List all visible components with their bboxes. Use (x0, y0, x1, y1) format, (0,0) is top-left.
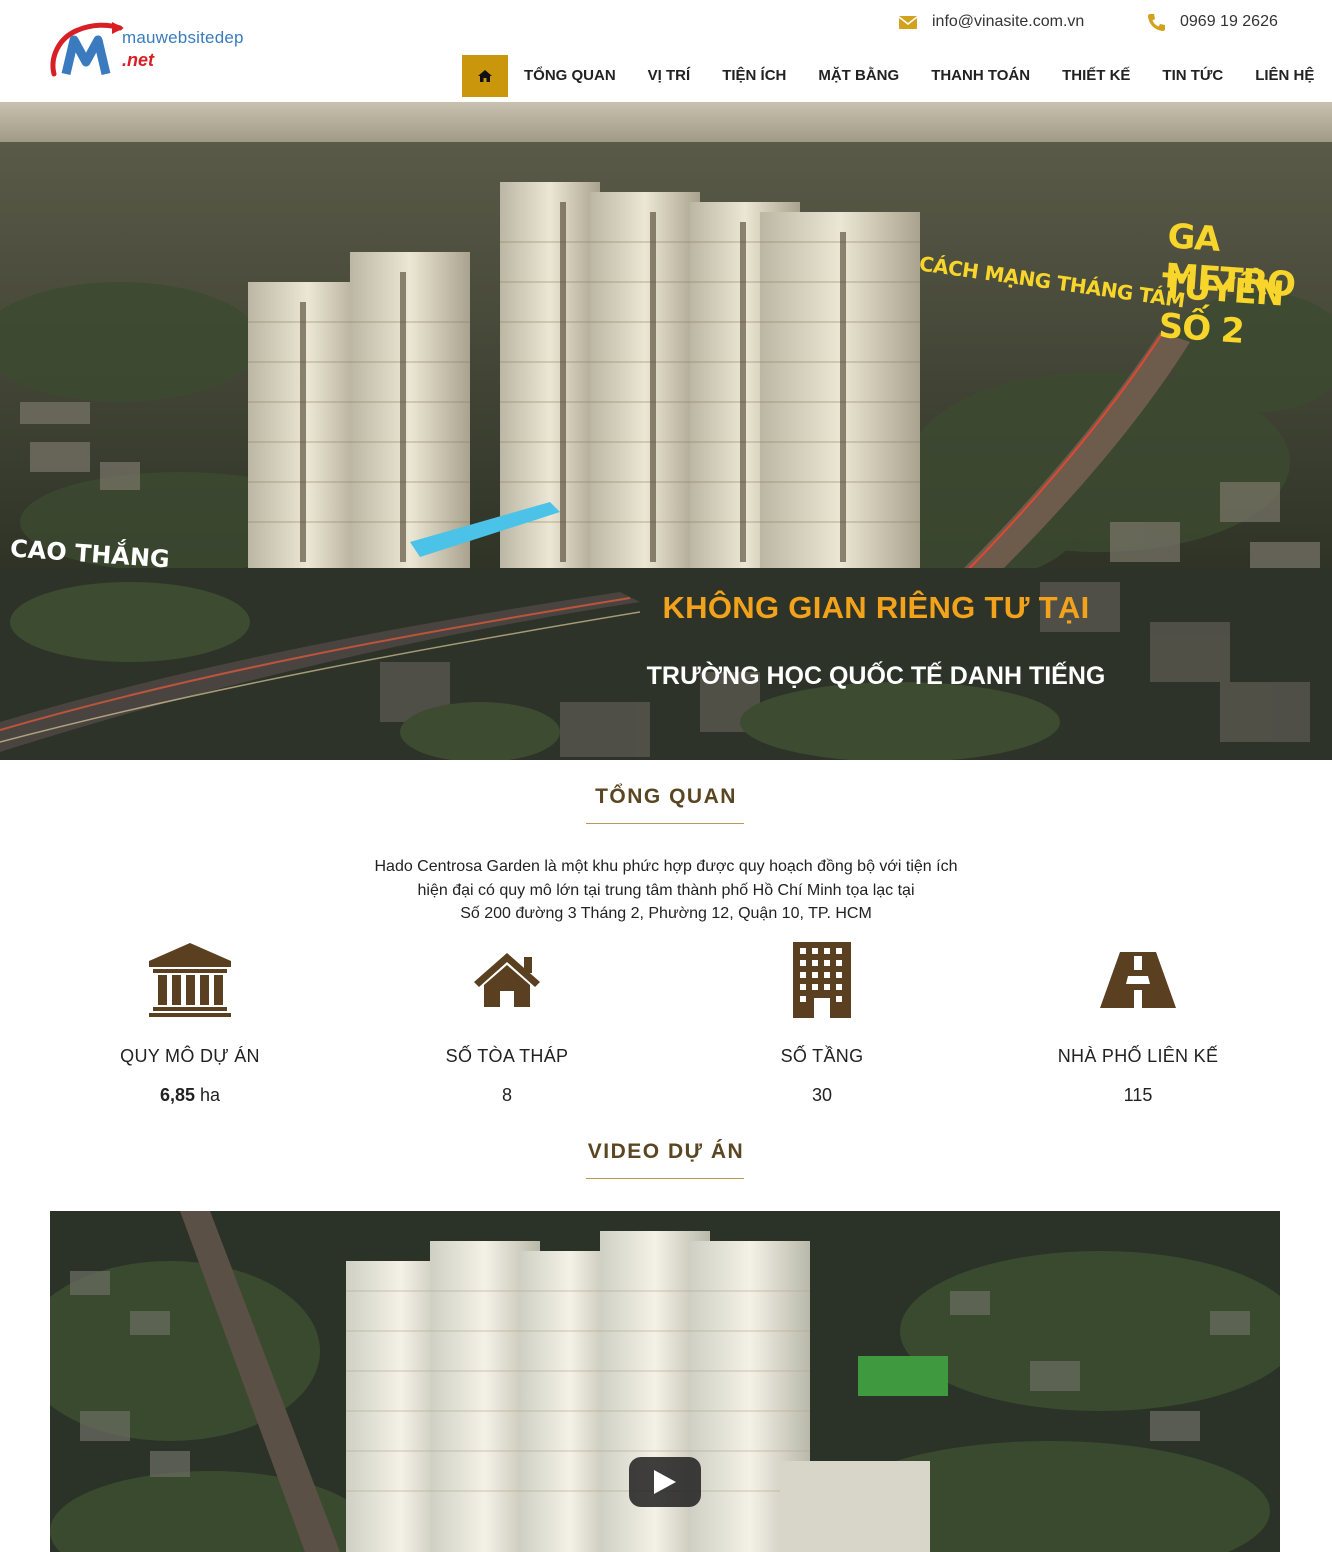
nav-home-button[interactable] (462, 55, 508, 97)
site-header: mauwebsitedep .net info@vinasite.com.vn … (0, 0, 1332, 102)
nav-item-mat-bang[interactable]: MẶT BẰNG (802, 55, 915, 97)
hero-subheadline: TRƯỜNG HỌC QUỐC TẾ DANH TIẾNG (646, 662, 1106, 690)
logo-m-icon (50, 22, 124, 77)
stat-label: QUY MÔ DỰ ÁN (120, 1046, 260, 1066)
overview-title: TỔNG QUAN (595, 785, 737, 808)
email-text: info@vinasite.com.vn (932, 13, 1085, 30)
stat-value: 30 (672, 1085, 972, 1106)
stat-value-unit: ha (195, 1085, 221, 1105)
stat-value-unit: 8 (501, 1085, 512, 1105)
site-logo[interactable]: mauwebsitedep .net (48, 14, 258, 84)
stat-label: SỐ TẦNG (780, 1046, 864, 1066)
header-email[interactable]: info@vinasite.com.vn (898, 10, 1084, 34)
nav-item-tien-ich[interactable]: TIỆN ÍCH (706, 55, 802, 97)
header-phone[interactable]: 0969 19 2626 (1146, 10, 1278, 34)
phone-icon (1148, 14, 1165, 31)
overview-intro-line: hiện đại có quy mô lớn tại trung tâm thà… (417, 881, 915, 899)
main-nav: TỔNG QUAN VỊ TRÍ TIỆN ÍCH MẶT BẰNG THANH… (462, 55, 1330, 97)
overview-intro-line: Số 200 đường 3 Tháng 2, Phường 12, Quận … (460, 905, 872, 922)
logo-text-suffix: .net (122, 50, 155, 70)
tower-building-icon (793, 942, 851, 1018)
stat-tower-count: SỐ TÒA THÁP 8 (357, 940, 657, 1106)
overview-title-underline (586, 823, 744, 824)
hero-overlay-metro-2: TUYẾN SỐ 2 (1157, 266, 1285, 352)
nav-item-lien-he[interactable]: LIÊN HỆ (1239, 55, 1330, 97)
video-title-underline (586, 1178, 744, 1179)
stat-value: 115 (988, 1085, 1288, 1106)
overview-intro: Hado Centrosa Garden là một khu phức hợp… (0, 855, 1332, 926)
video-play-button[interactable] (629, 1457, 701, 1507)
stat-label: NHÀ PHỐ LIÊN KẾ (1057, 1046, 1219, 1066)
stat-label: SỐ TÒA THÁP (445, 1046, 569, 1066)
nav-item-thanh-toan[interactable]: THANH TOÁN (915, 55, 1046, 97)
stat-project-scale: QUY MÔ DỰ ÁN 6,85 ha (40, 940, 340, 1106)
hero-headline: KHÔNG GIAN RIÊNG TƯ TẠI (662, 590, 1090, 625)
video-title: VIDEO DỰ ÁN (587, 1140, 745, 1163)
stat-value-unit: 115 (1123, 1085, 1153, 1105)
play-icon (654, 1470, 676, 1494)
stat-value: 6,85 ha (40, 1085, 340, 1106)
stat-floor-count: SỐ TẦNG 30 (672, 940, 972, 1106)
stat-value: 8 (357, 1085, 657, 1106)
house-icon (474, 953, 540, 1007)
stat-value-unit: 30 (811, 1085, 833, 1105)
nav-item-thiet-ke[interactable]: THIẾT KẾ (1046, 55, 1146, 97)
road-icon (1100, 952, 1176, 1008)
logo-text-main: mauwebsitedep (122, 28, 244, 47)
nav-item-tong-quan[interactable]: TỔNG QUAN (508, 55, 632, 97)
bank-building-icon (149, 943, 231, 1017)
envelope-icon (898, 16, 918, 29)
project-video-player[interactable] (50, 1211, 1280, 1552)
overview-intro-line: Hado Centrosa Garden là một khu phức hợp… (374, 858, 958, 875)
stat-value-number: 6,85 (159, 1085, 195, 1105)
phone-text: 0969 19 2626 (1180, 13, 1278, 30)
nav-item-vi-tri[interactable]: VỊ TRÍ (632, 55, 707, 97)
home-icon (478, 70, 492, 82)
stat-townhouse-count: NHÀ PHỐ LIÊN KẾ 115 (988, 940, 1288, 1106)
hero-banner: GA METRO TUYẾN SỐ 2 CÁCH MẠNG THÁNG TÁM … (0, 102, 1332, 760)
nav-item-tin-tuc[interactable]: TIN TỨC (1146, 55, 1239, 97)
